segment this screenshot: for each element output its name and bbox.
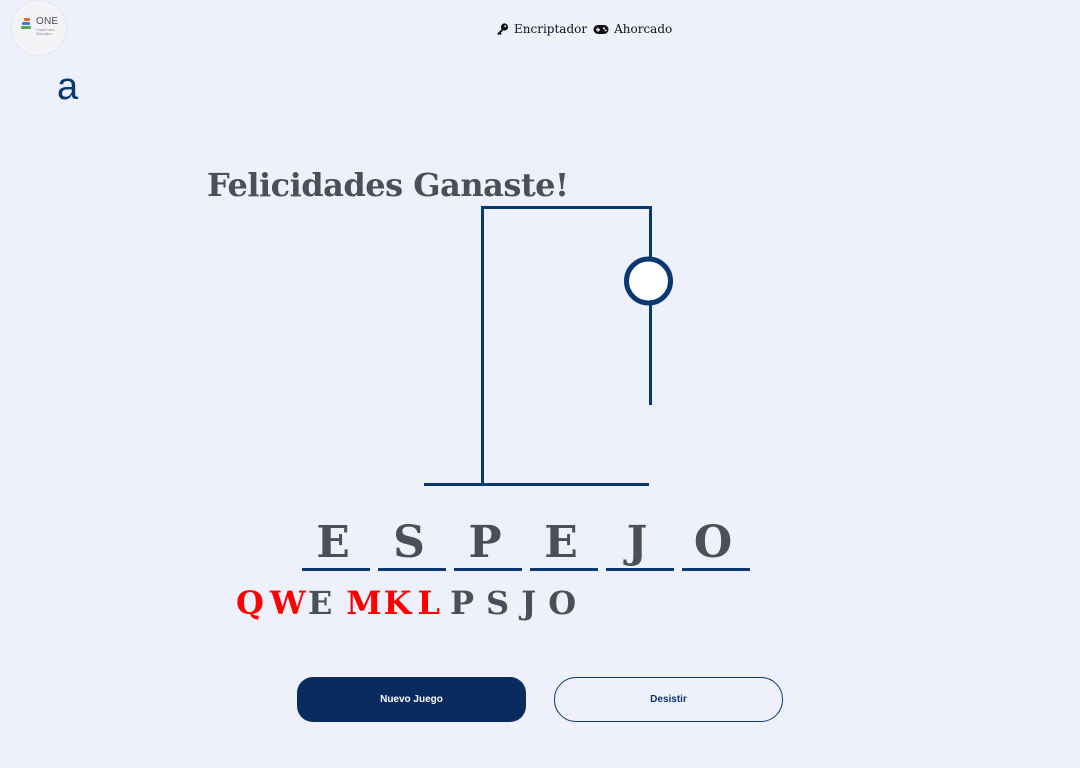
new-game-button[interactable]: Nuevo Juego bbox=[297, 677, 526, 722]
hangman-head bbox=[624, 256, 673, 306]
used-letter-right: S bbox=[486, 584, 510, 622]
word-letter-slot: P bbox=[454, 518, 522, 571]
used-letter-right: E bbox=[307, 584, 333, 622]
word-letter-slot: E bbox=[530, 518, 598, 571]
word-slots: E S P E J O bbox=[302, 518, 758, 571]
word-letter-slot: O bbox=[682, 518, 750, 571]
used-letters: Q W E M K L P S J O bbox=[236, 584, 588, 622]
used-letter-right: J bbox=[521, 584, 537, 622]
word-letter-slot: E bbox=[302, 518, 370, 571]
word-letter-slot: J bbox=[606, 518, 674, 571]
used-letter-right: O bbox=[548, 584, 577, 622]
used-letter-wrong: L bbox=[417, 584, 440, 622]
used-letter-wrong: W bbox=[269, 584, 306, 622]
used-letter-wrong: K bbox=[383, 584, 412, 622]
word-letter-slot: S bbox=[378, 518, 446, 571]
used-letter-wrong: Q bbox=[236, 584, 264, 622]
page: ONE Oracle Next Education a Encriptador … bbox=[0, 0, 1080, 768]
used-letter-wrong: M bbox=[346, 584, 382, 622]
used-letter-right: P bbox=[449, 584, 474, 622]
give-up-button[interactable]: Desistir bbox=[554, 677, 783, 722]
hangman-drawing bbox=[424, 206, 673, 486]
